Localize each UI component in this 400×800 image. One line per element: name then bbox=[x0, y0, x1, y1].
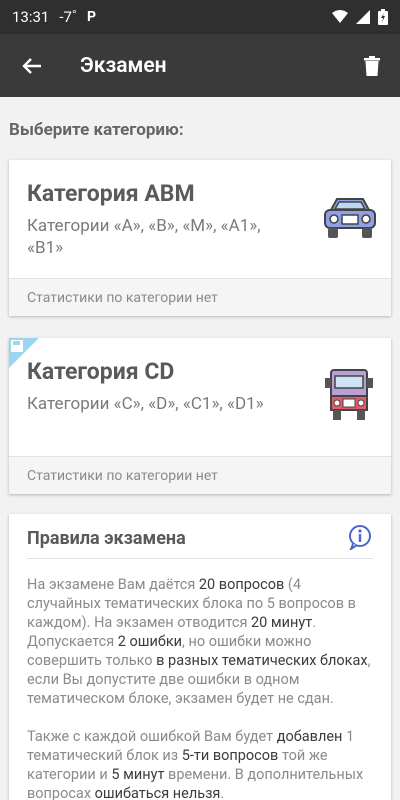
exam-rules-card: Правила экзамена На экзамене Вам даётся … bbox=[9, 514, 391, 800]
category-stats: Статистики по категории нет bbox=[9, 456, 391, 494]
back-button[interactable] bbox=[0, 34, 64, 97]
rules-highlight: 20 минут bbox=[251, 614, 313, 631]
rules-highlight: добавлен bbox=[276, 728, 343, 745]
trash-icon bbox=[364, 55, 380, 76]
category-stats: Статистики по категории нет bbox=[9, 278, 391, 316]
status-time: 13:31 bbox=[12, 8, 50, 26]
app-notification-icon: P bbox=[86, 9, 96, 25]
status-temperature: -7˚ bbox=[59, 8, 77, 26]
rules-segment: На экзамене Вам даётся bbox=[27, 576, 199, 593]
category-card-abm[interactable]: Категория ABM Категории «A», «B», «M», «… bbox=[9, 160, 391, 316]
rules-text: На экзамене Вам даётся 20 вопросов (4 сл… bbox=[27, 575, 373, 800]
app-bar: Экзамен bbox=[0, 34, 400, 97]
rules-highlight: 2 ошибки bbox=[117, 633, 183, 650]
delete-button[interactable] bbox=[344, 34, 400, 97]
rules-title: Правила экзамена bbox=[27, 528, 186, 549]
arrow-back-icon bbox=[22, 57, 41, 74]
rules-highlight: 20 вопросов bbox=[198, 576, 285, 593]
rules-paragraph: На экзамене Вам даётся 20 вопросов (4 сл… bbox=[27, 575, 373, 708]
truck-icon bbox=[325, 369, 373, 420]
page-title: Экзамен bbox=[80, 53, 167, 78]
divider bbox=[27, 558, 373, 559]
rules-segment: Также с каждой ошибкой Вам будет bbox=[27, 728, 277, 745]
category-card-cd[interactable]: Категория CD Категории «C», «D», «C1», «… bbox=[9, 338, 391, 494]
wifi-icon bbox=[332, 10, 348, 23]
rules-highlight: в разных тематических блоках bbox=[156, 652, 368, 669]
category-subtitle: Категории «C», «D», «C1», «D1» bbox=[27, 394, 264, 414]
rules-highlight: ошибаться нельзя bbox=[94, 785, 221, 800]
rules-highlight: 5 минут bbox=[111, 766, 165, 783]
info-icon[interactable] bbox=[347, 524, 373, 550]
car-icon bbox=[324, 198, 376, 238]
rules-highlight: 5-ти вопросов bbox=[181, 747, 279, 764]
rules-paragraph: Также с каждой ошибкой Вам будет добавле… bbox=[27, 727, 373, 800]
select-category-heading: Выберите категорию: bbox=[9, 120, 184, 140]
signal-icon bbox=[356, 10, 370, 24]
battery-icon bbox=[378, 9, 388, 25]
rules-segment: . bbox=[220, 785, 225, 800]
category-subtitle: Категории «A», «B», «M», «A1», «B1» bbox=[27, 216, 261, 258]
status-bar: 13:31 -7˚ P bbox=[0, 0, 400, 34]
